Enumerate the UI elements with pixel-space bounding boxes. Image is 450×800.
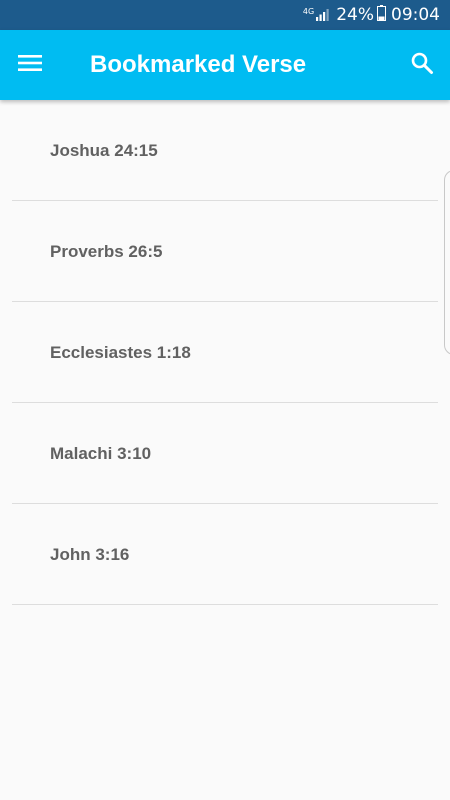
bookmark-item[interactable]: John 3:16 [12,504,438,605]
bookmark-item[interactable]: Malachi 3:10 [12,403,438,504]
bookmark-item[interactable]: Joshua 24:15 [12,100,438,201]
search-icon [410,51,434,80]
app-bar: Bookmarked Verse [0,30,450,100]
bookmark-item[interactable]: Ecclesiastes 1:18 [12,302,438,403]
battery-icon [377,5,386,25]
menu-button[interactable] [10,45,50,85]
hamburger-menu-icon [17,53,43,78]
side-panel-handle[interactable] [444,170,450,355]
verse-reference: Ecclesiastes 1:18 [50,343,191,362]
verse-reference: Malachi 3:10 [50,444,152,463]
clock: 09:04 [391,5,440,25]
status-bar: 4G 24% 09:04 [0,0,450,30]
network-type: 4G [302,6,315,16]
bookmark-item[interactable]: Proverbs 26:5 [12,201,438,302]
verse-reference: John 3:16 [50,545,130,564]
page-title: Bookmarked Verse [90,51,307,78]
battery-percent: 24% [336,5,374,25]
verse-reference: Proverbs 26:5 [50,242,163,261]
verse-reference: Joshua 24:15 [50,141,158,160]
signal-icon [316,6,330,25]
bookmark-list: Joshua 24:15 Proverbs 26:5 Ecclesiastes … [12,100,438,605]
search-button[interactable] [402,45,442,85]
